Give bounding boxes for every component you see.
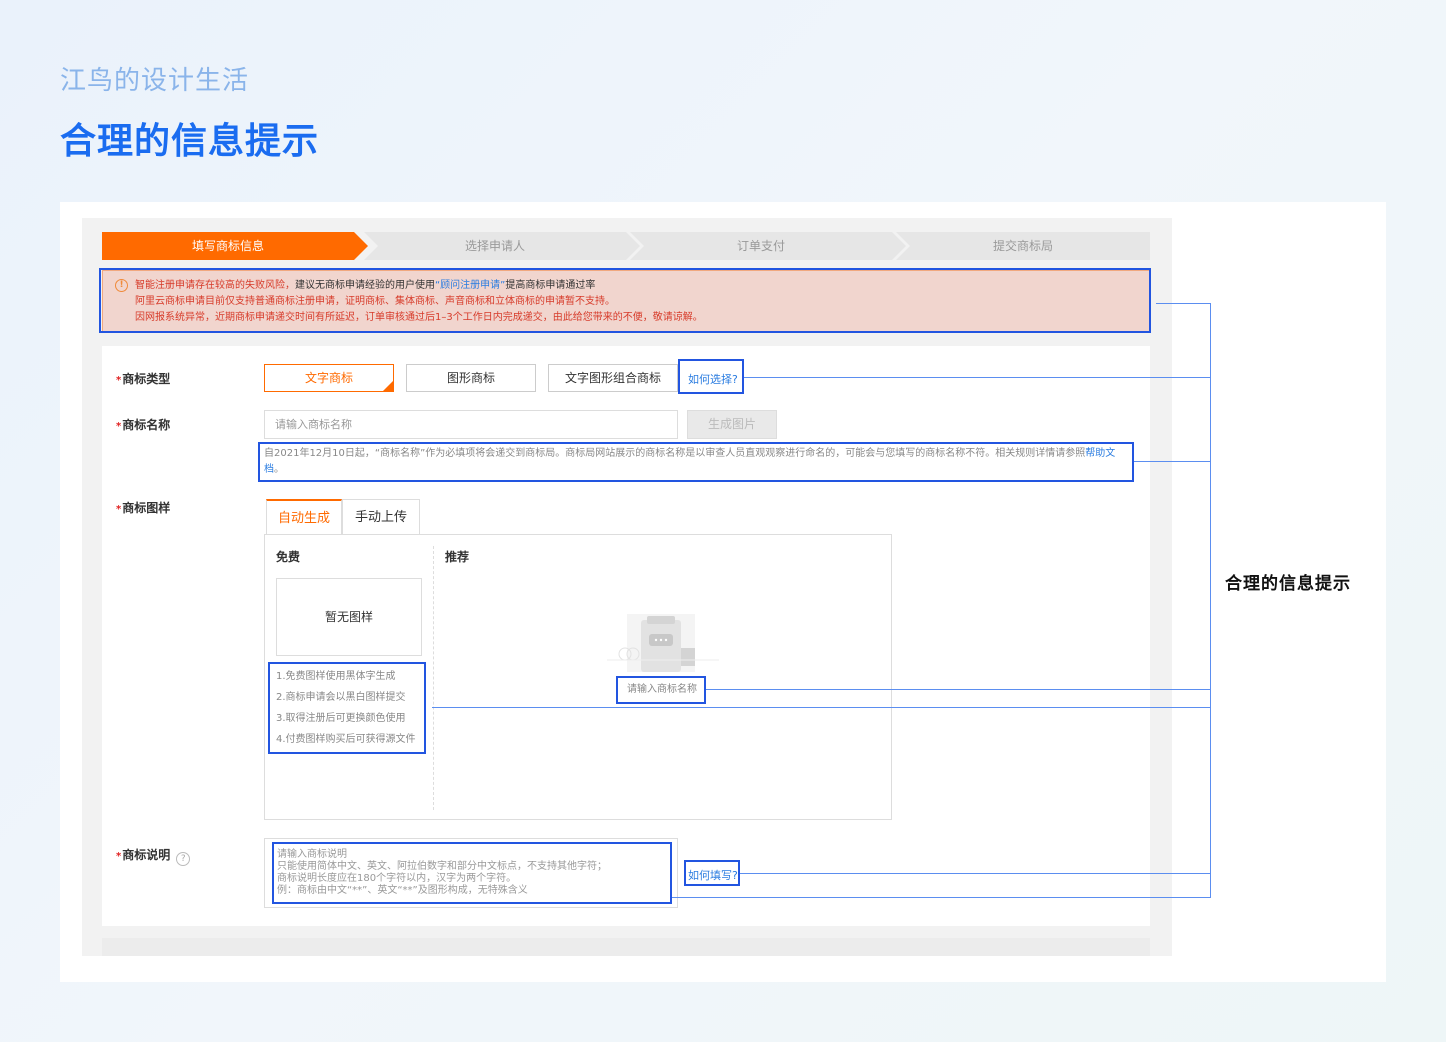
recommend-placeholder: 请输入商标名称 bbox=[627, 684, 697, 695]
connector-description bbox=[672, 897, 1211, 898]
warning-icon: ! bbox=[115, 279, 128, 292]
warning-alert: ! 智能注册申请存在较高的失败风险，建议无商标申请经验的用户使用“顾问注册申请”… bbox=[102, 270, 1150, 332]
connector-how-to-fill bbox=[740, 873, 1211, 874]
alert-line-3: 因网报系统异常，近期商标申请递交时间有所延迟，订单审核通过后1–3个工作日内完成… bbox=[135, 312, 703, 323]
type-option-text[interactable]: 文字商标 bbox=[264, 364, 394, 392]
image-label: *商标图样 bbox=[116, 501, 171, 515]
connector-vertical bbox=[1210, 303, 1211, 898]
form-panel: *商标类型 文字商标 图形商标 文字图形组合商标 如何选择? *商标名称 请输入… bbox=[102, 346, 1150, 926]
step-label: 提交商标局 bbox=[992, 239, 1053, 253]
free-rules-list: 1.免费图样使用黑体字生成 2.商标申请会以黑白图样提交 3.取得注册后可更换颜… bbox=[276, 666, 416, 750]
name-note: 自2021年12月10日起，“商标名称”作为必填项将会递交到商标局。商标局网站展… bbox=[264, 448, 1116, 475]
step-label: 订单支付 bbox=[736, 239, 785, 253]
screenshot-card: 填写商标信息 选择申请人 订单支付 提交商标局 ! 智能注册申请存在较高的失败风… bbox=[60, 202, 1386, 982]
trademark-form-screenshot: 填写商标信息 选择申请人 订单支付 提交商标局 ! 智能注册申请存在较高的失败风… bbox=[82, 218, 1172, 956]
empty-clipboard-icon bbox=[607, 614, 719, 672]
step-progress: 填写商标信息 选择申请人 订单支付 提交商标局 bbox=[102, 232, 1150, 260]
step-4: 提交商标局 bbox=[896, 232, 1150, 260]
connector-free-rules bbox=[432, 707, 1211, 708]
free-title: 免费 bbox=[276, 550, 301, 564]
consultant-register-link[interactable]: “顾问注册申请” bbox=[435, 280, 505, 291]
alert-line-1: 智能注册申请存在较高的失败风险，建议无商标申请经验的用户使用“顾问注册申请”提高… bbox=[135, 280, 596, 291]
alert-line-2: 阿里云商标申请目前仅支持普通商标注册申请，证明商标、集体商标、声音商标和立体商标… bbox=[135, 296, 615, 307]
annotation-label: 合理的信息提示 bbox=[1225, 574, 1351, 594]
step-label: 选择申请人 bbox=[464, 239, 525, 253]
connector-name-note bbox=[1134, 461, 1211, 462]
question-icon[interactable]: ? bbox=[176, 852, 191, 866]
tab-manual-upload[interactable]: 手动上传 bbox=[342, 499, 420, 535]
page-title: 合理的信息提示 bbox=[60, 121, 320, 162]
free-rule: 2.商标申请会以黑白图样提交 bbox=[276, 692, 406, 703]
recommend-title: 推荐 bbox=[445, 550, 470, 564]
type-option-combined[interactable]: 文字图形组合商标 bbox=[548, 364, 678, 392]
step-label: 填写商标信息 bbox=[191, 239, 264, 253]
connector-recommend bbox=[706, 689, 1211, 690]
free-rule: 1.免费图样使用黑体字生成 bbox=[276, 671, 396, 682]
connector-how-to-choose bbox=[744, 377, 1211, 378]
description-textarea[interactable]: 请输入商标说明 只能使用简体中文、英文、阿拉伯数字和部分中文标点，不支持其他字符… bbox=[264, 838, 678, 908]
step-2: 选择申请人 bbox=[364, 232, 640, 260]
tab-auto-generate[interactable]: 自动生成 bbox=[266, 499, 342, 535]
page-subtitle: 江鸟的设计生活 bbox=[60, 66, 250, 96]
step-1: 填写商标信息 bbox=[102, 232, 368, 260]
type-label: *商标类型 bbox=[116, 372, 171, 386]
type-option-graphic[interactable]: 图形商标 bbox=[406, 364, 536, 392]
free-rule: 4.付费图样购买后可获得源文件 bbox=[276, 734, 416, 745]
free-rule: 3.取得注册后可更换颜色使用 bbox=[276, 713, 406, 724]
name-input[interactable]: 请输入商标名称 bbox=[264, 410, 678, 439]
step-3: 订单支付 bbox=[630, 232, 906, 260]
footer-strip bbox=[102, 938, 1150, 956]
generate-image-button[interactable]: 生成图片 bbox=[687, 410, 777, 439]
description-label: *商标说明? bbox=[116, 846, 191, 866]
name-label: *商标名称 bbox=[116, 418, 171, 432]
how-to-fill-link[interactable]: 如何填写? bbox=[688, 867, 738, 883]
how-to-choose-link[interactable]: 如何选择? bbox=[688, 371, 738, 387]
free-image-empty[interactable]: 暂无图样 bbox=[276, 578, 422, 656]
connector-alert bbox=[1156, 303, 1211, 304]
column-divider bbox=[433, 546, 434, 810]
